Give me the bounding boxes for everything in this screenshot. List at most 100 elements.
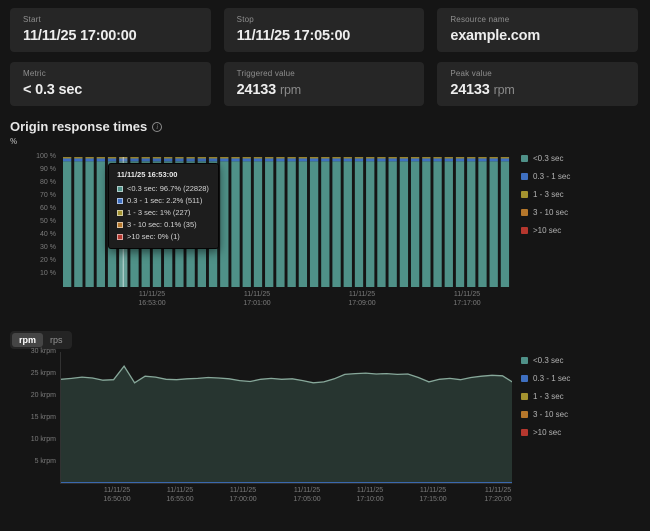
legend-label: <0.3 sec: [533, 355, 564, 365]
tooltip-row: <0.3 sec: 96.7% (22828): [117, 184, 209, 193]
y-tick-label: 100 %: [36, 153, 56, 160]
legend-item[interactable]: >10 sec: [521, 423, 646, 441]
card-value: example.com: [450, 28, 625, 44]
legend-swatch: [521, 172, 528, 180]
card-peak-value: Peak value 24133 rpm: [437, 62, 638, 106]
y-tick-label: 80 %: [40, 179, 56, 186]
legend-label: >10 sec: [533, 427, 562, 437]
section-title: Origin response times: [10, 119, 148, 134]
card-stop: Stop 11/11/25 17:05:00: [223, 8, 425, 52]
triggered-value-unit: rpm: [279, 83, 301, 97]
card-resource-name: Resource name example.com: [437, 8, 638, 52]
tooltip-text: <0.3 sec: 96.7% (22828): [127, 184, 209, 193]
tooltip-text: 1 - 3 sec: 1% (227): [127, 208, 191, 217]
legend-top: <0.3 sec 0.3 - 1 sec 1 - 3 sec 3 - 10 sec >1…: [521, 149, 646, 239]
legend-swatch: [521, 410, 528, 418]
legend-swatch: [521, 374, 528, 382]
tooltip-timestamp: 11/11/25 16:53:00: [117, 170, 178, 179]
x-tick-label: 11/11/25 17:20:00: [484, 487, 512, 503]
metric-value: < 0.3 sec: [23, 82, 83, 98]
legend-swatch: [521, 208, 528, 216]
tooltip-row: 0.3 - 1 sec: 2.2% (511): [117, 196, 209, 205]
tooltip-row: 3 - 10 sec: 0.1% (35): [117, 220, 209, 229]
response-times-bar-chart[interactable]: 100 % 90 % 80 % 70 % 60 % 50 % 40 % 30 % 20 % 10 …: [0, 150, 520, 315]
legend-label: 3 - 10 sec: [533, 409, 569, 419]
legend-label: 1 - 3 sec: [533, 189, 564, 199]
y-tick-label: 50 %: [40, 218, 56, 225]
area-plot[interactable]: [60, 352, 512, 484]
legend-swatch: [521, 226, 528, 234]
legend-item[interactable]: 1 - 3 sec: [521, 387, 646, 405]
card-label: Start: [23, 15, 41, 24]
stop-value: 11/11/25 17:05:00: [236, 28, 351, 44]
card-value: 24133 rpm: [237, 82, 412, 98]
tooltip-swatch: [117, 197, 123, 204]
section-header: Origin response times i: [10, 119, 163, 134]
tooltip-text: 0.3 - 1 sec: 2.2% (511): [127, 196, 203, 205]
card-value: < 0.3 sec: [23, 82, 198, 98]
card-value: 11/11/25 17:00:00: [23, 28, 198, 44]
y-tick-label: 15 krpm: [30, 414, 56, 421]
request-rate-area-chart[interactable]: 30 krpm 25 krpm 20 krpm 15 krpm 10 krpm 5 krp…: [0, 345, 520, 525]
info-icon[interactable]: i: [152, 121, 163, 132]
triggered-value: 24133: [236, 82, 277, 98]
legend-item[interactable]: 3 - 10 sec: [521, 203, 646, 221]
y-tick-label: 20 %: [40, 257, 56, 264]
tooltip-text: 3 - 10 sec: 0.1% (35): [127, 220, 197, 229]
legend-swatch: [521, 356, 528, 364]
x-tick-label: 11/11/25 17:01:00: [243, 291, 271, 307]
x-tick-label: 11/11/25 16:53:00: [138, 291, 166, 307]
card-label: Metric: [23, 69, 46, 78]
legend-swatch: [521, 428, 528, 436]
legend-item[interactable]: >10 sec: [521, 221, 646, 239]
x-tick-label: 11/11/25 17:10:00: [356, 487, 384, 503]
y-tick-label: 40 %: [40, 231, 56, 238]
card-triggered-value: Triggered value 24133 rpm: [223, 62, 425, 106]
peak-value: 24133: [450, 82, 490, 98]
card-label: Peak value: [450, 69, 492, 78]
tooltip-rows: <0.3 sec: 96.7% (22828) 0.3 - 1 sec: 2.2%…: [117, 184, 209, 241]
y-axis-unit-label: %: [10, 137, 18, 146]
legend-item[interactable]: <0.3 sec: [521, 351, 646, 369]
y-tick-label: 90 %: [40, 166, 56, 173]
y-tick-label: 10 krpm: [30, 436, 56, 443]
peak-value-unit: rpm: [493, 83, 515, 97]
y-tick-label: 5 krpm: [34, 458, 56, 465]
card-value: 11/11/25 17:05:00: [237, 28, 412, 44]
y-tick-label: 30 %: [40, 244, 56, 251]
legend-label: >10 sec: [533, 225, 562, 235]
legend-swatch: [521, 154, 528, 162]
tooltip-swatch: [117, 233, 123, 240]
x-tick-label: 11/11/25 16:55:00: [166, 487, 194, 503]
x-tick-label: 11/11/25 17:05:00: [293, 487, 321, 503]
y-tick-label: 60 %: [40, 205, 56, 212]
legend-swatch: [521, 392, 528, 400]
legend-item[interactable]: 1 - 3 sec: [521, 185, 646, 203]
x-tick-label: 11/11/25 17:00:00: [229, 487, 257, 503]
tooltip-text: >10 sec: 0% (1): [127, 232, 180, 241]
card-label: Resource name: [450, 15, 510, 24]
legend-item[interactable]: 0.3 - 1 sec: [521, 167, 646, 185]
y-tick-label: 25 krpm: [30, 370, 56, 377]
y-tick-label: 20 krpm: [30, 392, 56, 399]
legend-label: 0.3 - 1 sec: [533, 373, 571, 383]
legend-item[interactable]: 3 - 10 sec: [521, 405, 646, 423]
card-start: Start 11/11/25 17:00:00: [10, 8, 211, 52]
start-value: 11/11/25 17:00:00: [23, 28, 137, 44]
card-label: Triggered value: [236, 69, 295, 78]
tooltip-swatch: [117, 221, 123, 228]
legend-swatch: [521, 190, 528, 198]
legend-bottom: <0.3 sec 0.3 - 1 sec 1 - 3 sec 3 - 10 sec >1…: [521, 351, 646, 441]
x-tick-label: 11/11/25 17:09:00: [348, 291, 376, 307]
x-tick-label: 11/11/25 17:15:00: [419, 487, 447, 503]
tooltip-row: >10 sec: 0% (1): [117, 232, 209, 241]
y-tick-label: 30 krpm: [30, 348, 56, 355]
x-tick-label: 11/11/25 17:17:00: [453, 291, 481, 307]
card-label: Stop: [236, 15, 254, 24]
legend-label: <0.3 sec: [533, 153, 564, 163]
card-value: 24133 rpm: [450, 82, 625, 98]
legend-item[interactable]: 0.3 - 1 sec: [521, 369, 646, 387]
legend-item[interactable]: <0.3 sec: [521, 149, 646, 167]
y-tick-label: 10 %: [40, 270, 56, 277]
summary-cards: Start 11/11/25 17:00:00 Stop 11/11/25 17…: [10, 8, 638, 106]
